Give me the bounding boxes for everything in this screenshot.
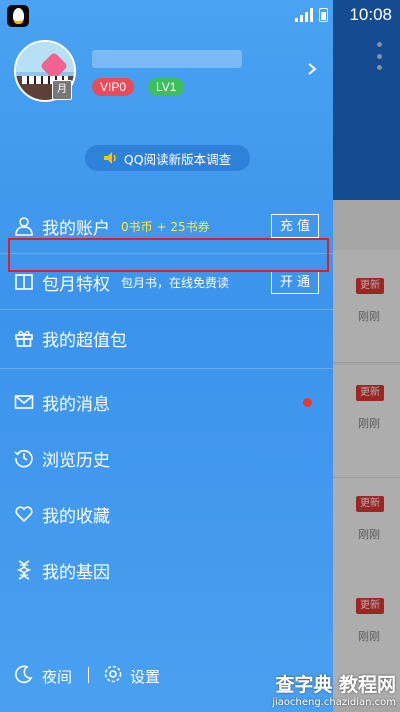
night-mode-button[interactable]: 夜间 — [42, 666, 72, 687]
divider — [0, 309, 333, 310]
menu-label: 我的账户 — [42, 218, 110, 239]
user-icon — [15, 217, 33, 236]
recharge-button[interactable]: 充 值 — [270, 214, 319, 238]
username[interactable] — [92, 50, 242, 68]
mail-icon — [14, 395, 34, 409]
watermark-site: 查字典 教程网 — [275, 674, 396, 696]
menu-item-messages[interactable]: 我的消息 — [0, 378, 333, 426]
drawer-scrim[interactable] — [333, 0, 400, 712]
menu-label: 浏览历史 — [42, 450, 110, 471]
battery-icon — [319, 8, 328, 22]
activate-button[interactable]: 开 通 — [270, 270, 319, 294]
screen: 更新 刚刚 更新 刚刚 更新 刚刚 更新 刚刚 10:08 月 VIP0 LV1… — [0, 0, 400, 712]
settings-button[interactable]: 设置 — [130, 666, 160, 687]
status-time: 10:08 — [349, 5, 392, 24]
status-bar: 10:08 — [0, 0, 400, 32]
chevron-right-icon[interactable] — [306, 63, 318, 75]
menu-label: 包月特权 — [42, 274, 110, 295]
speaker-icon — [103, 152, 116, 164]
monthly-tag: 月 — [52, 80, 72, 100]
history-icon — [14, 449, 33, 468]
book-icon — [15, 274, 33, 290]
menu-item-super-pack[interactable]: 我的超值包 — [0, 314, 333, 362]
unread-dot — [303, 398, 312, 407]
footer-divider — [88, 667, 89, 683]
survey-label: QQ阅读新版本调查 — [123, 151, 232, 167]
status-icons — [295, 8, 328, 22]
menu-item-history[interactable]: 浏览历史 — [0, 434, 333, 482]
divider — [0, 368, 333, 369]
gift-icon — [15, 330, 33, 347]
gear-icon[interactable] — [103, 664, 123, 684]
navigation-drawer: 月 VIP0 LV1 QQ阅读新版本调查 我的账户 0书币 + 25书券 充 值 — [0, 0, 333, 712]
menu-item-favorites[interactable]: 我的收藏 — [0, 490, 333, 538]
watermark: 查字典 教程网 jiaocheng.chazidian.com — [272, 670, 396, 708]
signal-icon — [295, 8, 313, 22]
dna-icon — [16, 560, 32, 580]
menu-label: 我的超值包 — [42, 330, 127, 351]
menu-label: 我的基因 — [42, 562, 110, 583]
watermark-url: jiaocheng.chazidian.com — [272, 697, 396, 708]
survey-button[interactable]: QQ阅读新版本调查 — [85, 145, 250, 171]
menu-label: 我的收藏 — [42, 506, 110, 527]
account-balance: 0书币 + 25书券 — [121, 219, 210, 234]
menu-label: 我的消息 — [42, 394, 110, 415]
monthly-description: 包月书，在线免费读 — [121, 275, 230, 290]
level-badge: LV1 — [148, 78, 185, 96]
moon-icon[interactable] — [14, 664, 34, 684]
vip-badge: VIP0 — [92, 78, 135, 96]
qq-notification-icon — [7, 5, 29, 27]
annotation-highlight-box — [8, 238, 329, 272]
menu-item-genes[interactable]: 我的基因 — [0, 546, 333, 594]
heart-icon — [15, 506, 33, 523]
